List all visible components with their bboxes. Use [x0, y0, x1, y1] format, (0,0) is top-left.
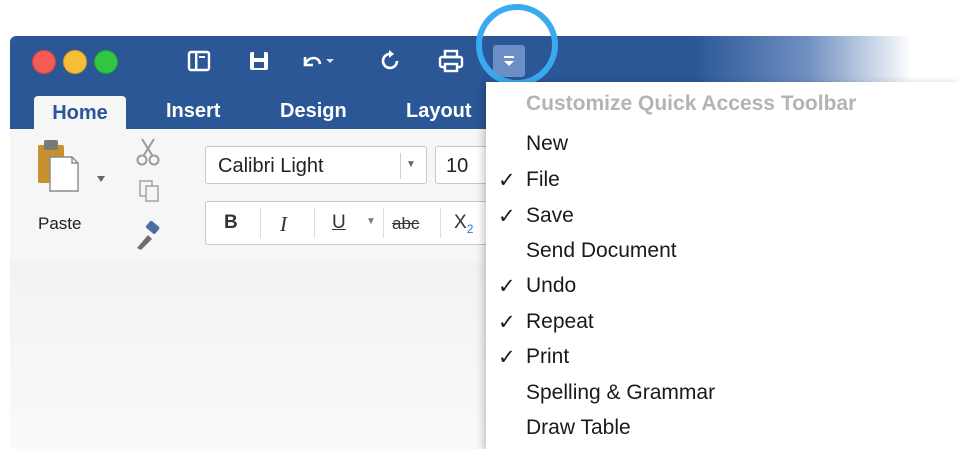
- checkmark-icon: ✓: [498, 311, 516, 334]
- menu-item-label: Repeat: [526, 310, 594, 333]
- underline-button[interactable]: U: [332, 212, 346, 234]
- menu-item-label: Draw Table: [526, 416, 631, 439]
- checkmark-icon: ✓: [498, 169, 516, 192]
- menu-item-label: Send Document: [526, 239, 677, 262]
- customize-qat-menu: Customize Quick Access Toolbar New ✓ Fil…: [486, 82, 959, 449]
- checkmark-icon: ✓: [498, 275, 516, 298]
- format-divider: [440, 208, 441, 238]
- menu-item-label: Spelling & Grammar: [526, 381, 716, 404]
- format-divider: [314, 208, 315, 238]
- font-name-value: Calibri Light: [218, 155, 324, 177]
- checkmark-icon: ✓: [498, 346, 516, 369]
- repeat-icon[interactable]: [376, 46, 406, 76]
- menu-item-file[interactable]: ✓ File: [486, 162, 959, 198]
- menu-item-save[interactable]: ✓ Save: [486, 198, 959, 234]
- print-icon[interactable]: [436, 46, 466, 76]
- menu-item-send-document[interactable]: Send Document: [486, 233, 959, 269]
- menu-header: Customize Quick Access Toolbar: [526, 92, 857, 115]
- menu-item-label: Save: [526, 204, 574, 227]
- checkmark-icon: ✓: [498, 205, 516, 228]
- menu-item-print[interactable]: ✓ Print: [486, 339, 959, 375]
- zoom-window-button[interactable]: [94, 50, 118, 74]
- menu-item-spelling-grammar[interactable]: Spelling & Grammar: [486, 375, 959, 411]
- font-size-value: 10: [446, 155, 469, 177]
- subscript-button[interactable]: X2: [454, 212, 473, 236]
- menu-item-new[interactable]: New: [486, 126, 959, 162]
- sidebar-icon[interactable]: [184, 46, 214, 76]
- strikethrough-button[interactable]: abc: [392, 214, 419, 234]
- font-name-chevron-icon[interactable]: ▼: [406, 159, 416, 170]
- format-painter-icon[interactable]: [134, 220, 162, 256]
- menu-item-label: New: [526, 132, 569, 155]
- copy-icon[interactable]: [138, 179, 160, 208]
- tab-layout[interactable]: Layout: [406, 94, 472, 129]
- tab-insert[interactable]: Insert: [166, 94, 220, 129]
- bold-button[interactable]: B: [224, 212, 238, 234]
- subscript-digit: 2: [466, 221, 474, 236]
- italic-button[interactable]: I: [280, 212, 287, 237]
- minimize-window-button[interactable]: [63, 50, 87, 74]
- close-window-button[interactable]: [32, 50, 56, 74]
- menu-item-label: Print: [526, 345, 570, 368]
- underline-chevron-icon[interactable]: ▼: [366, 216, 376, 227]
- menu-item-draw-table[interactable]: Draw Table: [486, 410, 959, 446]
- font-name-field[interactable]: Calibri Light ▼: [205, 146, 427, 184]
- tab-design[interactable]: Design: [280, 94, 347, 129]
- menu-item-label: File: [526, 168, 560, 191]
- subscript-letter: X: [454, 212, 467, 233]
- save-icon[interactable]: [244, 46, 274, 76]
- format-divider: [383, 208, 384, 238]
- paste-label[interactable]: Paste: [38, 214, 81, 234]
- highlight-ring-annotation: [476, 4, 558, 86]
- format-toolbar: B I U ▼ abc X2: [205, 201, 505, 245]
- menu-item-undo[interactable]: ✓ Undo: [486, 268, 959, 304]
- font-name-divider: [400, 153, 401, 179]
- cut-icon[interactable]: [134, 137, 162, 172]
- tab-home[interactable]: Home: [34, 96, 126, 129]
- menu-item-repeat[interactable]: ✓ Repeat: [486, 304, 959, 340]
- paste-icon[interactable]: [36, 137, 80, 198]
- format-divider: [260, 208, 261, 238]
- menu-item-label: Undo: [526, 274, 577, 297]
- undo-dropdown-chevron-icon[interactable]: [322, 46, 338, 76]
- paste-options-chevron-icon[interactable]: [97, 169, 105, 187]
